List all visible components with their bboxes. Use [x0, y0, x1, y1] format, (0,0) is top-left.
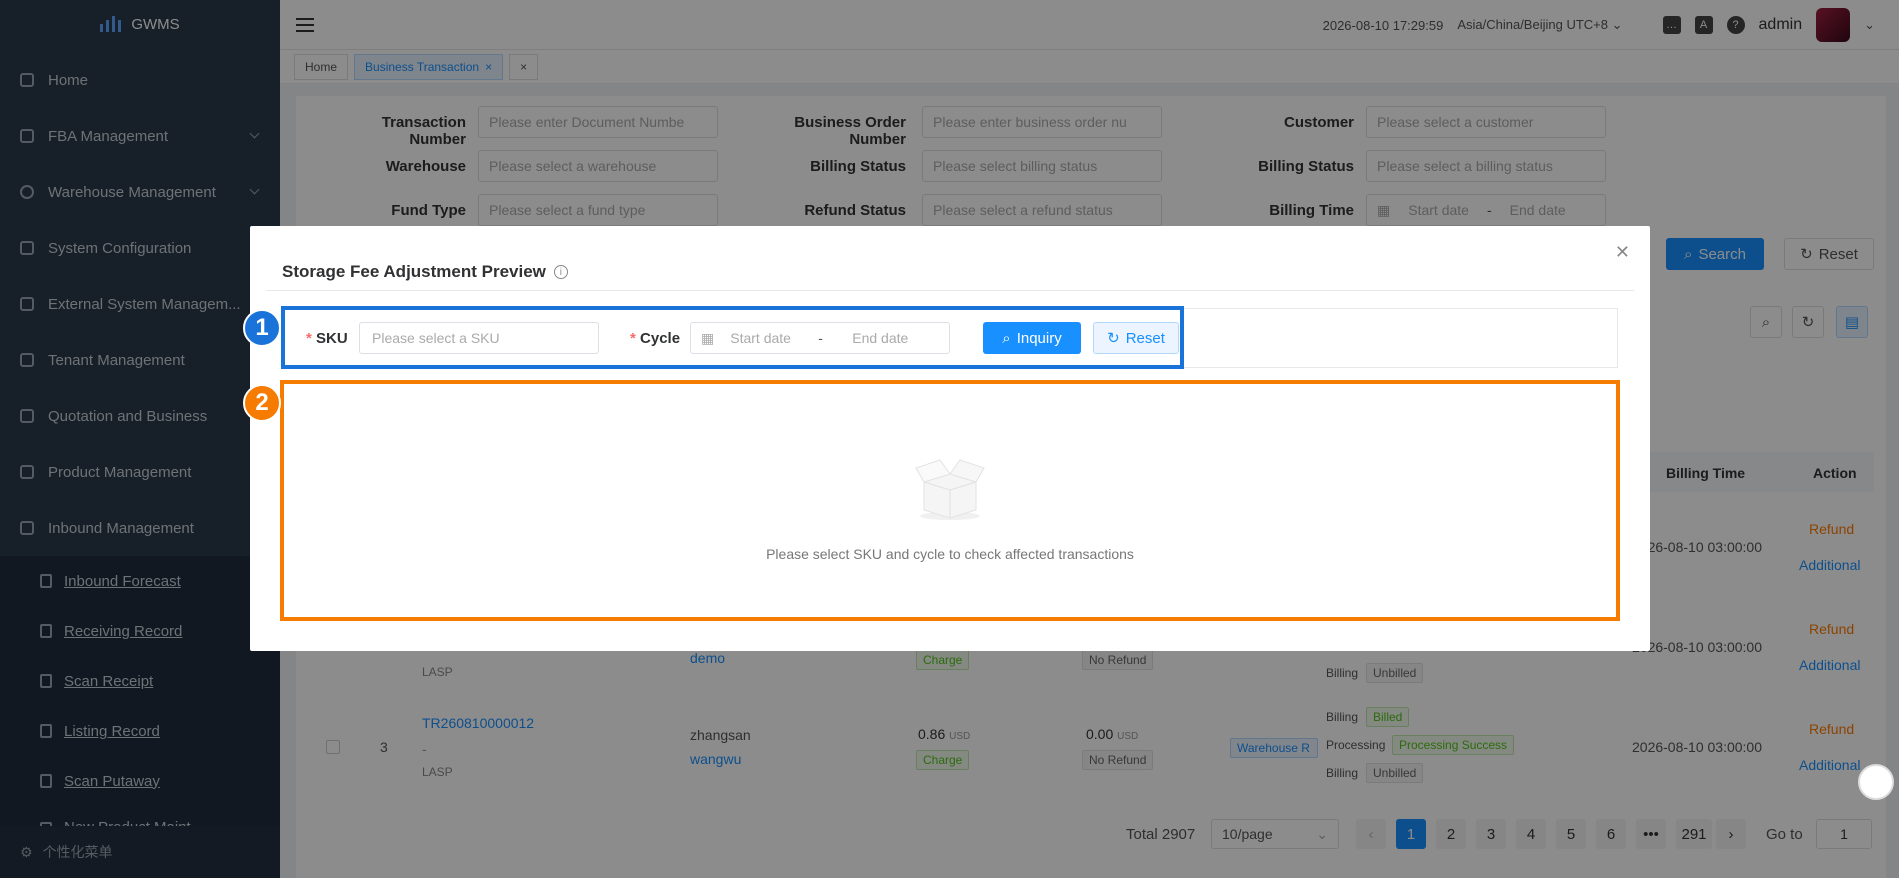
modal-title-text: Storage Fee Adjustment Preview [282, 262, 546, 281]
divider [266, 290, 1634, 291]
annotation-box-1 [281, 306, 1184, 369]
info-icon[interactable]: i [553, 265, 568, 279]
close-icon[interactable]: ✕ [1615, 242, 1630, 263]
assistant-avatar[interactable] [1858, 764, 1894, 800]
modal-title: Storage Fee Adjustment Preview i [282, 262, 568, 282]
annotation-box-2 [280, 380, 1620, 621]
annotation-badge-1: 1 [243, 309, 281, 347]
annotation-badge-2: 2 [243, 384, 281, 422]
